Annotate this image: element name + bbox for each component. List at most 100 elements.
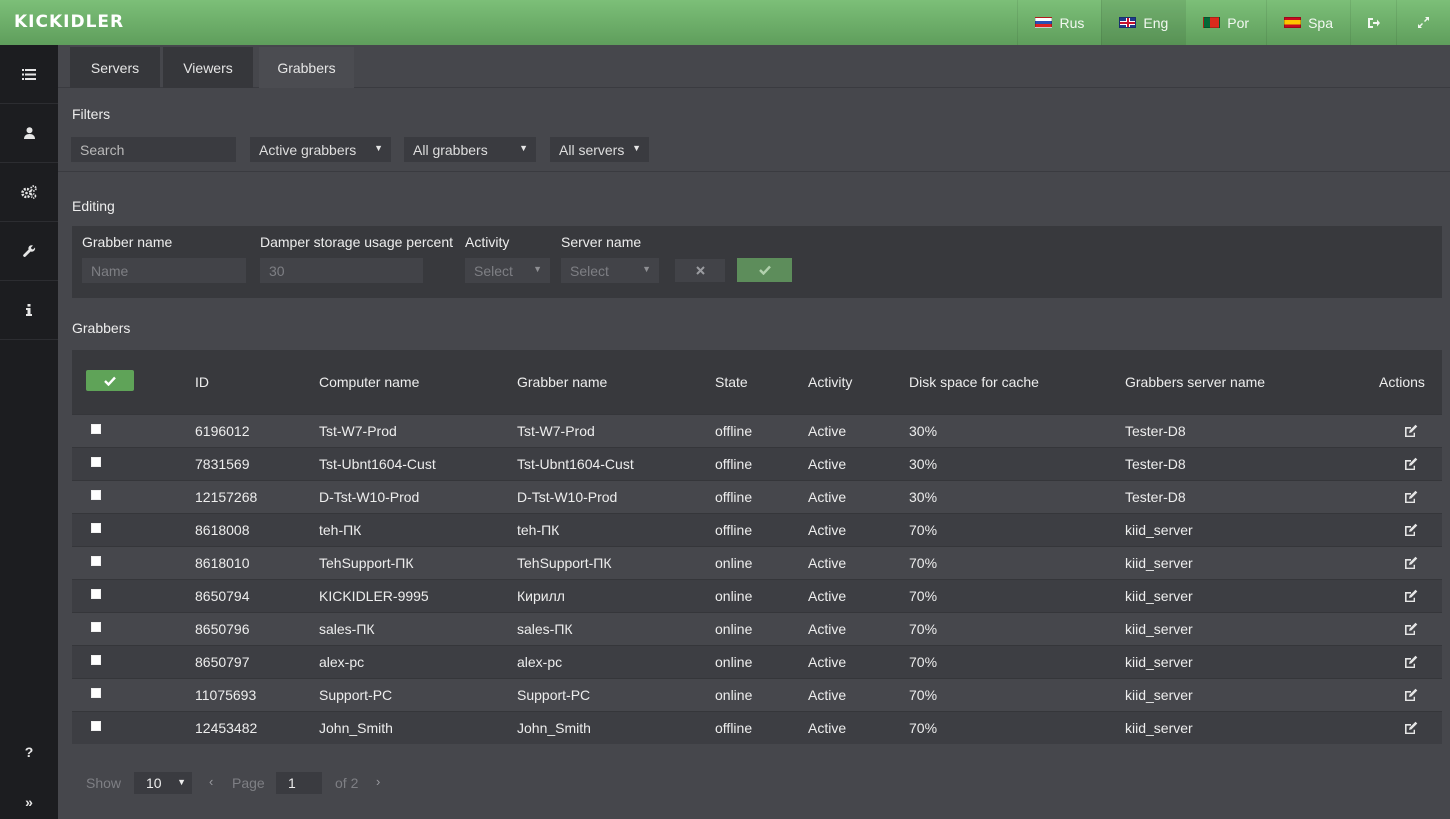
select-value: Select [570, 262, 609, 279]
user-icon [23, 127, 35, 139]
cell-disk-space: 70% [909, 654, 938, 670]
lang-rus[interactable]: Rus [1017, 0, 1101, 45]
search-input[interactable]: Search [71, 137, 236, 162]
column-header-activity[interactable]: Activity [808, 374, 852, 390]
table-row[interactable]: 12453482 John_Smith John_Smith offline Activ… [72, 711, 1442, 744]
lang-label: Spa [1308, 14, 1333, 31]
column-header-state[interactable]: State [715, 374, 748, 390]
cell-server-name: Tester-D8 [1125, 423, 1186, 439]
row-checkbox[interactable] [91, 523, 101, 533]
next-page-icon[interactable]: › [376, 774, 380, 789]
lang-label: Por [1227, 14, 1250, 31]
cell-server-name: kiid_server [1125, 522, 1193, 538]
cell-computer-name: Tst-W7-Prod [319, 423, 397, 439]
sidebar-item-info[interactable] [0, 281, 58, 340]
fullscreen-button[interactable] [1396, 0, 1450, 45]
grabber-type-select[interactable]: All grabbers ▼ [404, 137, 536, 162]
table-row[interactable]: 8650796 sales-ПК sales-ПК online Active 70% ki… [72, 612, 1442, 645]
lang-eng[interactable]: Eng [1101, 0, 1186, 45]
lang-spa[interactable]: Spa [1266, 0, 1350, 45]
select-value: All servers [559, 141, 625, 158]
tab-grabbers[interactable]: Grabbers [259, 47, 354, 88]
edit-icon[interactable] [1403, 687, 1419, 703]
sidebar-item-list[interactable] [0, 45, 58, 104]
sidebar-item-settings[interactable] [0, 163, 58, 222]
server-name-select[interactable]: Select ▼ [561, 258, 659, 283]
help-button[interactable]: ? [0, 732, 58, 772]
table-row[interactable]: 8618008 teh-ПК teh-ПК offline Active 70% kiid_… [72, 513, 1442, 546]
edit-icon[interactable] [1403, 522, 1419, 538]
cell-activity: Active [808, 555, 847, 571]
column-header-grabber-name[interactable]: Grabber name [517, 374, 607, 390]
sidebar-item-user[interactable] [0, 104, 58, 163]
close-icon [695, 266, 705, 275]
cell-state: offline [715, 522, 753, 538]
caret-down-icon: ▼ [533, 264, 542, 274]
main-content: Servers Viewers Grabbers Filters Search … [58, 45, 1450, 819]
tab-servers[interactable]: Servers [70, 47, 160, 88]
cell-activity: Active [808, 720, 847, 736]
edit-icon[interactable] [1403, 423, 1419, 439]
row-checkbox[interactable] [91, 721, 101, 731]
wrench-icon [22, 244, 35, 257]
caret-down-icon: ▼ [519, 143, 528, 153]
tab-viewers[interactable]: Viewers [163, 47, 253, 88]
column-header-server-name[interactable]: Grabbers server name [1125, 374, 1265, 390]
apply-edit-button[interactable] [737, 258, 792, 282]
cell-disk-space: 70% [909, 588, 938, 604]
page-number-input[interactable]: 1 [276, 772, 322, 794]
server-select[interactable]: All servers ▼ [550, 137, 649, 162]
cell-disk-space: 30% [909, 489, 938, 505]
input-placeholder: 30 [269, 262, 285, 279]
per-page-select[interactable]: 10 ▼ [134, 772, 192, 794]
lang-por[interactable]: Por [1185, 0, 1266, 45]
select-value: Active grabbers [259, 141, 357, 158]
table-row[interactable]: 11075693 Support-PC Support-PC online Active… [72, 678, 1442, 711]
app-logo[interactable]: KICKIDLER [14, 12, 124, 32]
table-row[interactable]: 12157268 D-Tst-W10-Prod D-Tst-W10-Prod offl… [72, 480, 1442, 513]
row-checkbox[interactable] [91, 589, 101, 599]
table-row[interactable]: 8650797 alex-pc alex-pc online Active 70% kiid… [72, 645, 1442, 678]
column-header-id[interactable]: ID [195, 374, 209, 390]
row-checkbox[interactable] [91, 556, 101, 566]
logout-button[interactable] [1350, 0, 1396, 45]
sidebar-item-tools[interactable] [0, 222, 58, 281]
grabber-name-input[interactable]: Name [82, 258, 246, 283]
table-row[interactable]: 8618010 TehSupport-ПК TehSupport-ПК online A… [72, 546, 1442, 579]
table-row[interactable]: 7831569 Tst-Ubnt1604-Cust Tst-Ubnt1604-Cus… [72, 447, 1442, 480]
select-all-button[interactable] [86, 370, 134, 391]
edit-icon[interactable] [1403, 654, 1419, 670]
table-body: 6196012 Tst-W7-Prod Tst-W7-Prod offline Acti… [72, 414, 1442, 744]
cell-id: 12453482 [195, 720, 258, 736]
row-checkbox[interactable] [91, 424, 101, 434]
edit-icon[interactable] [1403, 588, 1419, 604]
grabber-state-select[interactable]: Active grabbers ▼ [250, 137, 391, 162]
cancel-edit-button[interactable] [675, 259, 725, 282]
edit-icon[interactable] [1403, 555, 1419, 571]
damper-input[interactable]: 30 [260, 258, 423, 283]
column-header-disk-space[interactable]: Disk space for cache [909, 374, 1039, 390]
russia-flag-icon [1035, 17, 1053, 28]
row-checkbox[interactable] [91, 622, 101, 632]
activity-select[interactable]: Select ▼ [465, 258, 550, 283]
row-checkbox[interactable] [91, 490, 101, 500]
cell-disk-space: 70% [909, 687, 938, 703]
edit-icon[interactable] [1403, 720, 1419, 736]
edit-icon[interactable] [1403, 489, 1419, 505]
cell-computer-name: Support-PC [319, 687, 393, 703]
server-name-label: Server name [561, 234, 642, 250]
edit-icon[interactable] [1403, 456, 1419, 472]
table-row[interactable]: 8650794 KICKIDLER-9995 Кирилл online Active 7… [72, 579, 1442, 612]
search-placeholder: Search [80, 141, 125, 158]
editing-heading: Editing [72, 198, 115, 214]
prev-page-icon[interactable]: ‹ [209, 774, 213, 789]
expand-sidebar-button[interactable]: » [0, 782, 58, 819]
row-checkbox[interactable] [91, 688, 101, 698]
table-row[interactable]: 6196012 Tst-W7-Prod Tst-W7-Prod offline Acti… [72, 414, 1442, 447]
edit-icon[interactable] [1403, 621, 1419, 637]
cell-id: 8650796 [195, 621, 250, 637]
column-header-computer-name[interactable]: Computer name [319, 374, 419, 390]
row-checkbox[interactable] [91, 457, 101, 467]
tab-bar: Servers Viewers Grabbers [58, 45, 1450, 88]
row-checkbox[interactable] [91, 655, 101, 665]
